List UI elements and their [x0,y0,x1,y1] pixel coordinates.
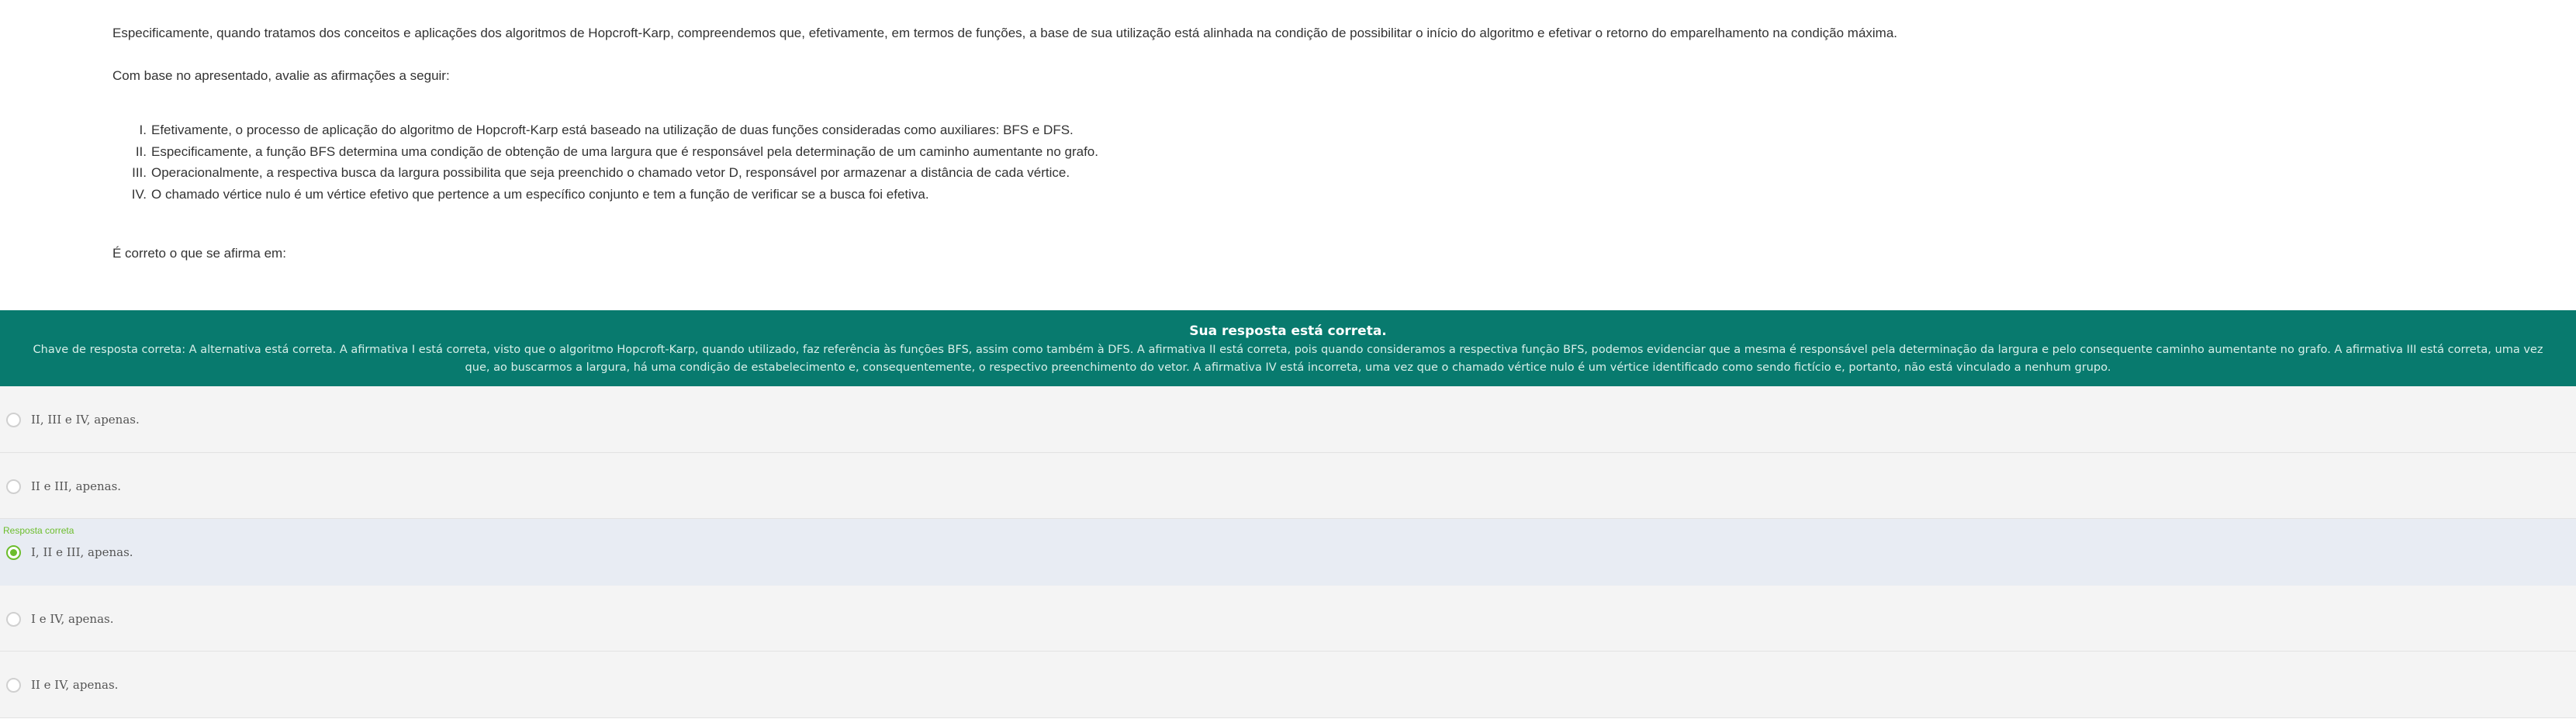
answer-option-label: II e III, apenas. [31,479,122,493]
statement-text: O chamado vértice nulo é um vértice efet… [151,186,929,202]
correct-answer-tag: Resposta correta [3,525,74,536]
answer-option[interactable]: II e III, apenas. [0,452,2576,519]
feedback-title: Sua resposta está correta. [1189,323,1387,339]
answer-option[interactable]: II e IV, apenas. [0,652,2576,718]
question-prompt: Com base no apresentado, avalie as afirm… [112,68,450,83]
statement-number: I. [139,123,147,137]
statement-text: Especificamente, a função BFS determina … [151,143,1098,159]
feedback-banner: Sua resposta está correta. Chave de resp… [0,310,2576,386]
answer-option[interactable]: II, III e IV, apenas. [0,386,2576,453]
answer-option-label: II e IV, apenas. [31,678,119,692]
answer-option[interactable]: I e IV, apenas. [0,585,2576,652]
statement-number: II. [135,143,147,159]
statement-item: II. Especificamente, a função BFS determi… [112,143,1098,165]
statement-item: III. Operacionalmente, a respectiva busca… [112,164,1098,186]
statement-item: IV. O chamado vértice nulo é um vértice e… [112,186,1098,208]
statement-number: IV. [131,186,147,202]
radio-button-checked[interactable] [6,545,21,560]
statement-item: I. Efetivamente, o processo de aplicação … [112,122,1098,143]
feedback-text: Chave de resposta correta: A alternativa… [33,344,2543,374]
answer-option-label: I, II e III, apenas. [31,545,133,559]
statement-text: Operacionalmente, a respectiva busca da … [151,165,1070,180]
question-intro: Especificamente, quando tratamos dos con… [112,26,1898,40]
answer-option-selected[interactable]: Resposta correta I, II e III, apenas. [0,519,2576,586]
radio-button[interactable] [6,611,21,627]
radio-button[interactable] [6,479,21,494]
radio-button[interactable] [6,678,21,693]
question-ask: É correto o que se afirma em: [112,246,286,261]
statement-number: III. [132,165,147,180]
answer-options: II, III e IV, apenas. II e III, apenas. … [0,386,2576,718]
statement-text: Efetivamente, o processo de aplicação do… [151,123,1074,137]
answer-option-label: I e IV, apenas. [31,611,114,626]
answer-option-label: II, III e IV, apenas. [31,413,140,427]
radio-button[interactable] [6,413,21,427]
statement-list: I. Efetivamente, o processo de aplicação … [112,122,1098,207]
